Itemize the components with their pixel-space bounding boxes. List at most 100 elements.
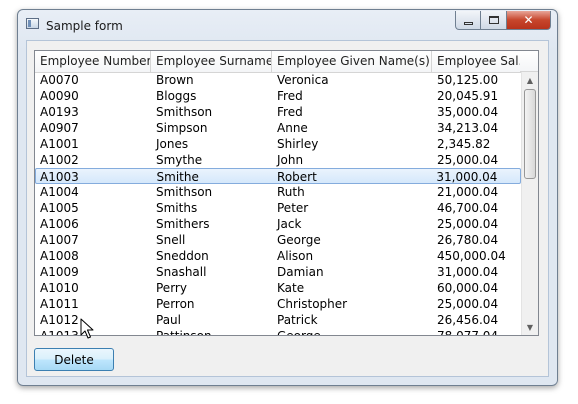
column-header-employee-given-names[interactable]: Employee Given Name(s)	[272, 51, 432, 72]
table-cell: A1004	[40, 185, 79, 199]
table-row-selected[interactable]: A1003 Smithe Robert 31,000.04	[35, 168, 521, 184]
table-cell: Damian	[277, 265, 324, 279]
table-cell: A1010	[40, 281, 79, 295]
minimize-button[interactable]	[455, 11, 481, 30]
table-row[interactable]: A0907 Simpson Anne 34,213.04	[35, 120, 521, 136]
table-cell: Pattinson	[151, 328, 272, 335]
table-cell: A1007	[40, 233, 79, 247]
table-cell: 21,000.04	[437, 185, 499, 199]
table-cell: 25,000.04	[437, 153, 499, 167]
table-cell: A1009	[40, 265, 79, 279]
scroll-down-icon[interactable]: ▼	[522, 319, 538, 335]
column-header-employee-salary[interactable]: Employee Sal...	[432, 51, 521, 72]
table-cell: 26,780.04	[437, 233, 499, 247]
table-cell: Kate	[277, 281, 305, 295]
table-cell: 26,456.04	[437, 313, 499, 327]
table-cell: 60,000.04	[437, 281, 499, 295]
table-row[interactable]: A1012 Paul Patrick 26,456.04	[35, 312, 521, 328]
table-cell: A1001	[40, 137, 79, 151]
column-header-employee-surname[interactable]: Employee Surname	[151, 51, 272, 72]
table-cell: Bloggs	[156, 89, 197, 103]
table-cell: Anne	[277, 121, 308, 135]
table-cell: Shirley	[277, 137, 319, 151]
table-cell: A0090	[40, 89, 79, 103]
table-cell: 2,345.82	[437, 137, 491, 151]
table-cell: Alison	[277, 249, 314, 263]
table-cell: 450,000.04	[437, 249, 506, 263]
grid-header: Employee Number Employee Surname Employe…	[35, 51, 521, 73]
table-cell: A1002	[40, 153, 79, 167]
table-cell: George	[272, 328, 432, 335]
table-cell: 31,000.04	[436, 170, 498, 183]
table-cell: A1011	[40, 297, 79, 311]
table-cell: Perron	[156, 297, 195, 311]
mouse-cursor-icon	[80, 318, 94, 339]
table-cell: A0070	[40, 73, 79, 87]
app-icon	[26, 18, 39, 29]
table-cell: Snashall	[156, 265, 207, 279]
table-cell: Christopher	[277, 297, 348, 311]
table-row[interactable]: A1010 Perry Kate 60,000.04	[35, 280, 521, 296]
table-cell: Jones	[156, 137, 189, 151]
table-cell: Smiths	[156, 201, 198, 215]
table-row[interactable]: A1011 Perron Christopher 25,000.04	[35, 296, 521, 312]
table-row[interactable]: A0193 Smithson Fred 35,000.04	[35, 104, 521, 120]
table-cell: Brown	[156, 73, 194, 87]
close-button[interactable]: ✕	[507, 11, 551, 30]
table-cell: Jack	[277, 217, 302, 231]
vertical-scrollbar[interactable]: ▲ ▼	[521, 72, 538, 335]
table-row[interactable]: A0090 Bloggs Fred 20,045.91	[35, 88, 521, 104]
table-cell: 20,045.91	[437, 89, 499, 103]
table-row[interactable]: A1008 Sneddon Alison 450,000.04	[35, 248, 521, 264]
table-row[interactable]: A1013PattinsonGeorge78,077.04	[35, 328, 521, 335]
maximize-icon	[488, 16, 499, 24]
table-cell: Smithson	[156, 105, 213, 119]
table-row[interactable]: A1002 Smythe John 25,000.04	[35, 152, 521, 168]
table-cell: Peter	[277, 201, 309, 215]
table-cell: A1003	[40, 170, 79, 183]
table-row[interactable]: A1006 Smithers Jack 25,000.04	[35, 216, 521, 232]
table-cell: Snell	[156, 233, 186, 247]
table-cell: Smithe	[156, 170, 199, 183]
table-cell: A0193	[40, 105, 79, 119]
table-cell: 78,077.04	[432, 328, 521, 335]
minimize-icon	[463, 21, 473, 25]
title-bar[interactable]: Sample form ✕	[18, 10, 557, 38]
table-row[interactable]: A0070 Brown Veronica 50,125.00	[35, 72, 521, 88]
table-cell: Perry	[156, 281, 187, 295]
table-cell: 50,125.00	[437, 73, 499, 87]
window-title: Sample form	[46, 19, 123, 33]
table-cell: Patrick	[277, 313, 318, 327]
table-cell: John	[277, 153, 304, 167]
maximize-button[interactable]	[481, 11, 507, 30]
form-client-area: Employee Number Employee Surname Employe…	[26, 40, 549, 377]
table-row[interactable]: A1005 Smiths Peter 46,700.04	[35, 200, 521, 216]
table-cell: Paul	[156, 313, 181, 327]
table-cell: Robert	[277, 170, 317, 183]
table-cell: Veronica	[277, 73, 329, 87]
table-cell: A1005	[40, 201, 79, 215]
table-cell: A1006	[40, 217, 79, 231]
table-cell: George	[277, 233, 321, 247]
table-cell: 31,000.04	[437, 265, 499, 279]
table-cell: Smithers	[156, 217, 210, 231]
table-row[interactable]: A1009 Snashall Damian 31,000.04	[35, 264, 521, 280]
table-cell: Fred	[277, 105, 303, 119]
table-cell: 25,000.04	[437, 297, 499, 311]
caption-buttons: ✕	[455, 11, 551, 30]
sample-form-window: Sample form ✕ Employee Number Employee S…	[17, 9, 558, 386]
table-cell: Smithson	[156, 185, 213, 199]
table-cell: Fred	[277, 89, 303, 103]
table-cell: 35,000.04	[437, 105, 499, 119]
column-header-employee-number[interactable]: Employee Number	[35, 51, 151, 72]
delete-button[interactable]: Delete	[34, 348, 114, 371]
table-cell: 46,700.04	[437, 201, 499, 215]
close-icon: ✕	[523, 13, 534, 27]
table-row[interactable]: A1001 Jones Shirley 2,345.82	[35, 136, 521, 152]
table-row[interactable]: A1004 Smithson Ruth 21,000.04	[35, 184, 521, 200]
employee-grid[interactable]: Employee Number Employee Surname Employe…	[34, 50, 539, 336]
scroll-up-icon[interactable]: ▲	[522, 72, 538, 88]
table-row[interactable]: A1007 Snell George 26,780.04	[35, 232, 521, 248]
table-cell: Simpson	[156, 121, 208, 135]
scrollbar-thumb[interactable]	[524, 89, 536, 179]
